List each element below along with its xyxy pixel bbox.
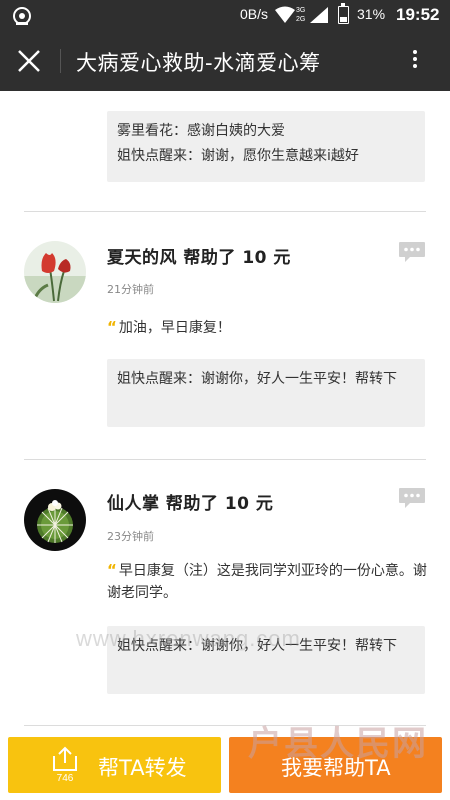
reply-box: 姐快点醒来：谢谢你，好人一生平安！帮转下 — [107, 626, 425, 694]
battery-percentage: 31% — [357, 6, 386, 22]
donor-message: “加油，早日康复！ — [107, 318, 231, 336]
donate-button[interactable]: 我要帮助TA — [229, 737, 442, 793]
quote-icon: “ — [107, 318, 117, 336]
share-label: 帮TA转发 — [98, 756, 187, 780]
donor-name: 仙人掌 帮助了 10 元 — [107, 494, 274, 514]
signal-icon — [310, 7, 328, 23]
donor-name: 夏天的风 帮助了 10 元 — [107, 248, 291, 268]
header-divider — [60, 49, 61, 73]
donation-time: 21分钟前 — [107, 283, 154, 296]
reply-text: 姐快点醒来：谢谢你，好人一生平安！帮转下 — [117, 371, 397, 387]
battery-icon — [338, 3, 349, 24]
avatar[interactable] — [24, 489, 86, 551]
page-title: 大病爱心救助-水滴爱心筹 — [76, 51, 321, 75]
donation-time: 23分钟前 — [107, 530, 154, 543]
network-speed: 0B/s — [240, 6, 269, 22]
avatar[interactable] — [24, 241, 86, 303]
cactus-avatar-icon — [24, 489, 86, 551]
reply-line: 雾里看花：感谢白姨的大爱 — [117, 123, 285, 139]
share-count: 746 — [56, 773, 74, 784]
divider — [24, 211, 426, 212]
more-vertical-icon[interactable] — [405, 47, 425, 75]
divider — [24, 725, 426, 726]
app-notification-icon — [13, 7, 31, 25]
comment-icon[interactable] — [398, 487, 426, 509]
status-bar: 0B/s 3G 2G 31% 19:52 — [0, 0, 450, 31]
reply-line: 姐快点醒来：谢谢，愿你生意越来i越好 — [117, 148, 359, 164]
donor-message: “早日康复（注）这是我同学刘亚玲的一份心意。谢谢老同学。 — [107, 561, 427, 601]
donate-label: 我要帮助TA — [281, 756, 391, 780]
share-icon — [53, 746, 77, 771]
tulip-avatar-icon — [24, 241, 86, 303]
reply-box: 姐快点醒来：谢谢你，好人一生平安！帮转下 — [107, 359, 425, 427]
network-type: 3G 2G — [296, 7, 306, 23]
share-button[interactable]: 746 帮TA转发 — [8, 737, 221, 793]
reply-box: 雾里看花：感谢白姨的大爱 姐快点醒来：谢谢，愿你生意越来i越好 — [107, 111, 425, 182]
comment-icon[interactable] — [398, 241, 426, 263]
divider — [24, 459, 426, 460]
bottom-action-bar: 746 帮TA转发 我要帮助TA — [0, 733, 450, 800]
donation-feed[interactable]: 雾里看花：感谢白姨的大爱 姐快点醒来：谢谢，愿你生意越来i越好 夏天的风 帮助了… — [0, 91, 450, 733]
clock: 19:52 — [396, 5, 440, 24]
quote-icon: “ — [107, 561, 117, 579]
reply-text: 姐快点醒来：谢谢你，好人一生平安！帮转下 — [117, 638, 397, 654]
wifi-icon — [275, 6, 295, 23]
title-bar: 大病爱心救助-水滴爱心筹 — [0, 31, 450, 91]
close-icon[interactable] — [16, 48, 42, 74]
